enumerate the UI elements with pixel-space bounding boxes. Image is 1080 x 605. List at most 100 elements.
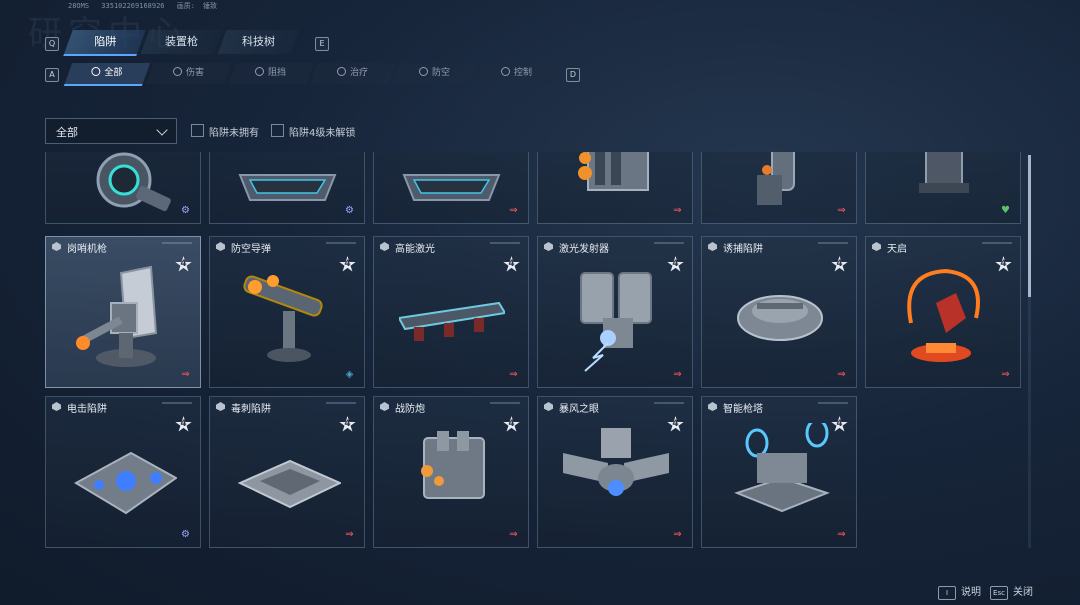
filter-prev-key[interactable]: A [45, 68, 59, 82]
filter-anti-air[interactable]: 防空 [392, 63, 478, 84]
trap-name: 诱捕陷阱 [723, 244, 763, 255]
trap-type-icon [708, 242, 717, 251]
level-star-badge: 4 [831, 256, 848, 272]
close-label: 关闭 [1013, 587, 1033, 598]
trap-card[interactable]: 激光发射器 4 ⇒ [537, 236, 693, 388]
trap-card[interactable]: 战防炮 4 ⇒ [373, 396, 529, 548]
scroll-thumb[interactable] [1028, 155, 1031, 297]
latency-text: 28OMS [68, 2, 90, 10]
trap-card[interactable]: 天启 4 ⇒ [865, 236, 1021, 388]
trap-model-image [757, 152, 795, 205]
trap-model-image [399, 301, 505, 341]
trap-model-image [578, 152, 649, 191]
gear-icon: ⚙ [181, 529, 190, 540]
trap-name: 毒刺陷阱 [231, 404, 271, 415]
trap-type-icon [52, 402, 61, 411]
trap-card[interactable]: 诱捕陷阱 4 ⇒ [701, 236, 857, 388]
tab-traps[interactable]: 陷阱 [63, 30, 146, 56]
trap-card[interactable]: 电击陷阱 4 ⚙ [45, 396, 201, 548]
arrow-icon: ⇒ [837, 369, 846, 380]
trap-type-icon [544, 402, 553, 411]
tab-prev-key[interactable]: Q [45, 37, 59, 51]
trap-card[interactable]: ⚙ [209, 152, 365, 224]
anti-air-icon [419, 67, 429, 76]
arrow-icon: ⇒ [837, 205, 846, 216]
trap-type-icon [872, 242, 881, 251]
filter-block[interactable]: 阻挡 [228, 63, 314, 84]
damage-icon [173, 67, 183, 76]
trap-card[interactable]: 毒刺陷阱 4 ⇒ [209, 396, 365, 548]
arrow-icon: ⇒ [673, 205, 682, 216]
trap-code-strip [490, 242, 520, 244]
tab-tech-tree[interactable]: 科技树 [217, 30, 300, 54]
filter-damage[interactable]: 伤害 [146, 63, 232, 84]
level-star-badge: 4 [339, 416, 356, 432]
trap-type-icon [216, 402, 225, 411]
quality-label: 画质: [176, 2, 195, 10]
tab-next-key[interactable]: E [315, 37, 329, 51]
level-star-badge: 4 [175, 416, 192, 432]
trap-card[interactable]: 防空导弹 4 ◈ [209, 236, 365, 388]
trap-card[interactable]: ⇒ [373, 152, 529, 224]
trap-name: 岗哨机枪 [67, 244, 107, 255]
trap-code-strip [818, 402, 848, 404]
checkbox-box[interactable] [271, 124, 284, 137]
sort-dropdown[interactable]: 全部 [45, 118, 177, 144]
trap-code-strip [162, 402, 192, 404]
trap-model-image [580, 272, 652, 372]
trap-card[interactable]: 高能激光 4 ⇒ [373, 236, 529, 388]
trap-type-icon [544, 242, 553, 251]
heal-icon: ♥ [1001, 205, 1010, 216]
trap-card[interactable]: ⚙ [45, 152, 201, 224]
trap-model-image [402, 174, 501, 201]
checkbox-box[interactable] [191, 124, 204, 137]
session-id-text: 335102269168926 [101, 2, 165, 10]
category-filters: 全部 伤害 阻挡 治疗 防空 控制 [63, 63, 560, 86]
trap-type-icon [380, 402, 389, 411]
trap-model-image [737, 295, 823, 341]
dropdown-value: 全部 [56, 126, 78, 139]
grid-scrollbar[interactable] [1028, 155, 1031, 548]
trap-card[interactable]: ⇒ [537, 152, 693, 224]
trap-card[interactable]: 智能枪塔 4 ⇒ [701, 396, 857, 548]
trap-name: 防空导弹 [231, 244, 271, 255]
filter-next-key[interactable]: D [566, 68, 580, 82]
filter-control[interactable]: 控制 [474, 63, 560, 84]
filter-all[interactable]: 全部 [63, 63, 151, 86]
trap-model-image [919, 152, 969, 193]
trap-name: 天启 [887, 244, 907, 255]
trap-card[interactable]: 暴风之眼 4 ⇒ [537, 396, 693, 548]
trap-card[interactable]: 岗哨机枪 4 ⇒ [45, 236, 201, 388]
level-star-badge: 4 [175, 256, 192, 272]
esc-key: Esc [990, 586, 1008, 600]
filter-heal[interactable]: 治疗 [310, 63, 396, 84]
help-key: I [938, 586, 956, 600]
level-star-badge: 4 [995, 256, 1012, 272]
arrow-icon: ⇒ [345, 529, 354, 540]
close-button[interactable]: Esc 关闭 [990, 583, 1033, 600]
arrow-icon: ⇒ [673, 529, 682, 540]
heal-icon [337, 67, 347, 76]
arrow-icon: ⇒ [509, 369, 518, 380]
trap-model-image [243, 275, 323, 362]
trap-model-image [907, 268, 980, 362]
chevron-down-icon [156, 124, 168, 136]
trap-code-strip [326, 242, 356, 244]
trap-code-strip [982, 242, 1012, 244]
help-button[interactable]: I 说明 [938, 583, 981, 600]
control-icon [501, 67, 511, 76]
trap-name: 电击陷阱 [67, 404, 107, 415]
tab-device-guns[interactable]: 装置枪 [140, 30, 223, 54]
trap-type-icon [708, 402, 717, 411]
debug-info: 28OMS 335102269168926 画质: 锤致 [68, 1, 225, 11]
trap-name: 高能激光 [395, 244, 435, 255]
trap-card[interactable]: ⇒ [701, 152, 857, 224]
trap-model-image [563, 428, 669, 496]
trap-code-strip [654, 402, 684, 404]
level-star-badge: 4 [339, 256, 356, 272]
trap-model-image [734, 423, 830, 513]
level-star-badge: 4 [831, 416, 848, 432]
trap-card[interactable]: ♥ [865, 152, 1021, 224]
arrow-icon: ⇒ [1001, 369, 1010, 380]
main-tabs: 陷阱 装置枪 科技树 [63, 30, 300, 56]
